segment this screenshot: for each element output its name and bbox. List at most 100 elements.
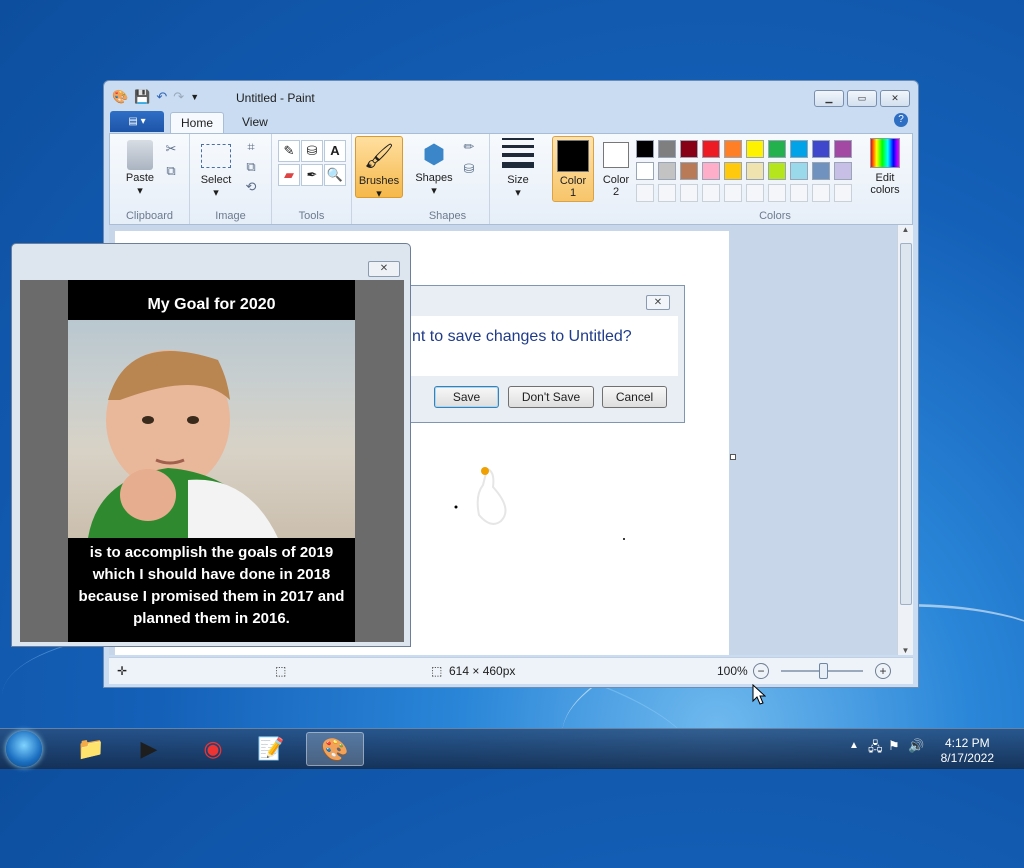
shapes-button[interactable]: ⬢ Shapes ▾ (412, 138, 456, 197)
scroll-up-arrow[interactable]: ▲ (898, 225, 913, 234)
select-icon (201, 144, 231, 168)
color-swatch[interactable] (702, 140, 720, 158)
custom-color-slot[interactable] (768, 184, 786, 202)
color-swatch[interactable] (834, 162, 852, 180)
color1-button[interactable]: Color 1 (552, 136, 594, 202)
color-swatch[interactable] (680, 162, 698, 180)
viewer-close-button[interactable]: ✕ (368, 261, 400, 277)
zoom-in-icon[interactable]: + (875, 663, 891, 679)
paste-icon (127, 140, 153, 170)
file-explorer-icon[interactable]: 📁 (62, 732, 120, 766)
zoom-level: 100% (717, 664, 748, 678)
file-menu-button[interactable]: ▤ ▾ (110, 111, 164, 132)
color-swatch[interactable] (812, 162, 830, 180)
tab-home[interactable]: Home (170, 112, 225, 134)
paste-button[interactable]: Paste ▾ (120, 140, 160, 197)
cancel-button[interactable]: Cancel (602, 386, 667, 408)
color-swatch[interactable] (746, 162, 764, 180)
color-swatch[interactable] (746, 140, 764, 158)
color-swatch[interactable] (702, 162, 720, 180)
canvas-resize-handle[interactable] (730, 454, 736, 460)
color-swatch[interactable] (768, 140, 786, 158)
media-player-icon[interactable]: ▶ (120, 732, 178, 766)
maximize-button[interactable]: ▭ (847, 90, 877, 107)
zoom-slider-thumb[interactable] (819, 663, 828, 679)
brush-icon: 🖌 (363, 143, 395, 170)
eraser-icon[interactable]: ▰ (278, 164, 300, 186)
color-swatch[interactable] (812, 140, 830, 158)
image-viewer-window: ✕ My Goal for 2020 is to accomplish the … (11, 243, 411, 647)
chrome-icon[interactable]: ◉ (184, 732, 242, 766)
fill-icon[interactable]: ⛁ (301, 140, 323, 162)
rotate-icon[interactable]: ⟲ (242, 178, 260, 196)
fill-shape-icon[interactable]: ⛁ (460, 160, 478, 178)
paint-app-icon[interactable]: 🎨 (112, 90, 128, 104)
volume-icon[interactable]: 🔊 (908, 738, 924, 754)
redo-icon[interactable]: ↷ (173, 90, 184, 104)
tab-view[interactable]: View (232, 112, 278, 133)
show-hidden-icons[interactable]: ▲ (849, 740, 859, 751)
resize-icon[interactable]: ⧉ (242, 158, 260, 176)
color-swatch[interactable] (790, 140, 808, 158)
undo-icon[interactable]: ↶ (156, 90, 167, 104)
crop-icon[interactable]: ⌗ (242, 138, 260, 156)
size-button[interactable]: Size ▾ (498, 138, 538, 199)
color-swatch[interactable] (636, 162, 654, 180)
color-swatch[interactable] (680, 140, 698, 158)
color2-button[interactable]: Color 2 (596, 136, 636, 200)
cut-icon[interactable]: ✂ (162, 140, 180, 158)
outline-icon[interactable]: ✏ (460, 138, 478, 156)
shapes-group: ⬢ Shapes ▾ ✏ ⛁ Shapes (406, 134, 490, 224)
color-spectrum-icon (870, 138, 900, 168)
close-button[interactable]: ✕ (880, 90, 910, 107)
action-center-icon[interactable]: ⚑ (888, 738, 900, 754)
baby-photo (88, 350, 278, 538)
custom-color-slot[interactable] (812, 184, 830, 202)
mouse-cursor-icon (752, 684, 766, 705)
color-swatch[interactable] (768, 162, 786, 180)
pencil-icon[interactable]: ✎ (278, 140, 300, 162)
dialog-close-button[interactable]: ✕ (646, 295, 670, 310)
brushes-button[interactable]: 🖌 Brushes ▾ (355, 136, 403, 200)
custom-color-slot[interactable] (636, 184, 654, 202)
scroll-down-arrow[interactable]: ▼ (898, 646, 913, 655)
select-button[interactable]: Select ▾ (196, 140, 236, 199)
network-icon[interactable]: 🖧 (868, 738, 883, 760)
custom-color-slot[interactable] (658, 184, 676, 202)
text-icon[interactable]: A (324, 140, 346, 162)
save-button[interactable]: Save (434, 386, 499, 408)
notepad-icon[interactable]: 📝 (242, 732, 300, 766)
zoom-out-icon[interactable]: − (753, 663, 769, 679)
brushes-group: 🖌 Brushes ▾ (352, 134, 406, 224)
start-button[interactable] (6, 731, 42, 767)
color-swatch[interactable] (790, 162, 808, 180)
color-picker-icon[interactable]: ✒ (301, 164, 323, 186)
meme-top-text: My Goal for 2020 (147, 296, 276, 313)
scroll-thumb[interactable] (900, 243, 912, 605)
color-swatch[interactable] (658, 162, 676, 180)
minimize-button[interactable]: ▁ (814, 90, 844, 107)
custom-color-slot[interactable] (724, 184, 742, 202)
custom-color-slot[interactable] (680, 184, 698, 202)
save-icon[interactable]: 💾 (134, 90, 150, 104)
paint-taskbar-icon[interactable]: 🎨 (306, 732, 364, 766)
title-bar[interactable]: 🎨 💾 ↶ ↷ ▼ Untitled - Paint ▁ ▭ ✕ (104, 81, 918, 111)
custom-color-slot[interactable] (746, 184, 764, 202)
help-icon[interactable]: ? (894, 113, 908, 127)
color-swatch[interactable] (636, 140, 654, 158)
edit-colors-button[interactable]: Edit colors (862, 138, 908, 196)
custom-color-slot[interactable] (702, 184, 720, 202)
color-swatch[interactable] (658, 140, 676, 158)
custom-color-slot[interactable] (790, 184, 808, 202)
magnifier-icon[interactable]: 🔍 (324, 164, 346, 186)
dont-save-button[interactable]: Don't Save (508, 386, 594, 408)
color-swatch[interactable] (724, 162, 742, 180)
customize-qat-icon[interactable]: ▼ (190, 90, 199, 104)
color-swatch[interactable] (724, 140, 742, 158)
copy-icon[interactable]: ⧉ (162, 162, 180, 180)
custom-color-slot[interactable] (834, 184, 852, 202)
clock[interactable]: 4:12 PM 8/17/2022 (941, 736, 994, 766)
color2-swatch (603, 142, 629, 168)
vertical-scrollbar[interactable]: ▲ ▼ (897, 225, 913, 655)
color-swatch[interactable] (834, 140, 852, 158)
